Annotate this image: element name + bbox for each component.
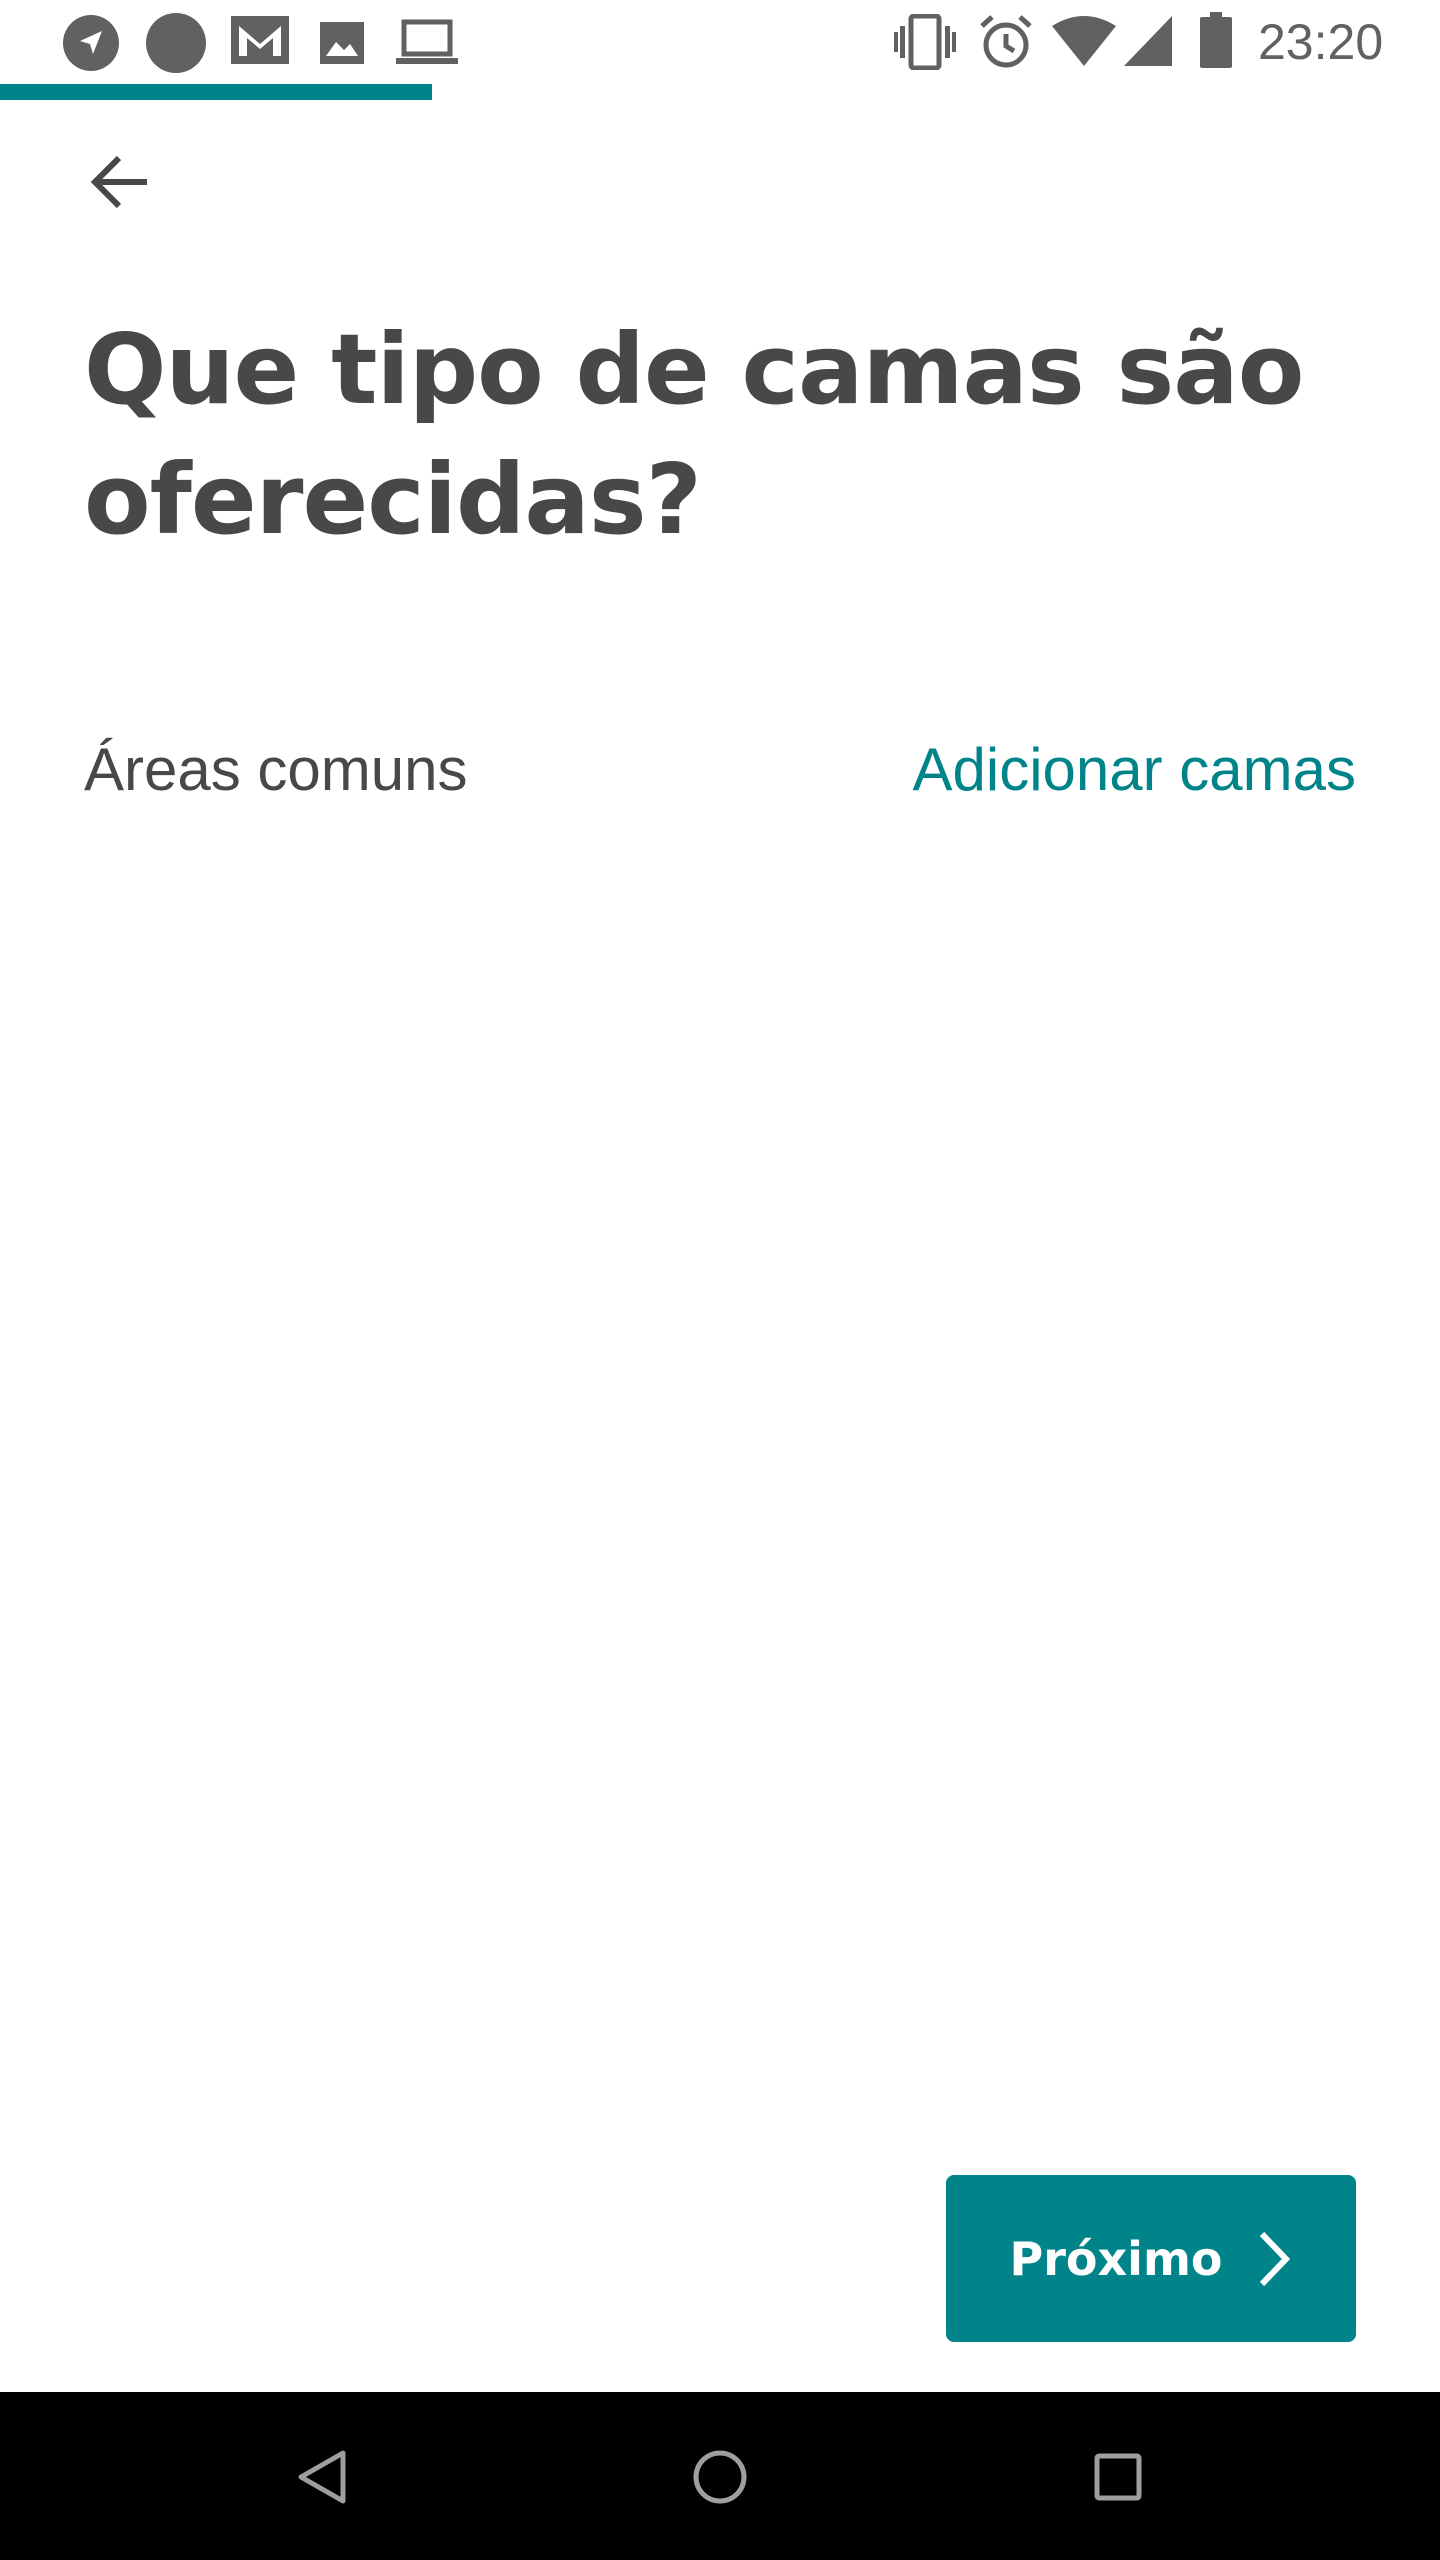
recents-square-icon bbox=[1094, 2453, 1142, 2501]
add-beds-link[interactable]: Adicionar camas bbox=[912, 730, 1356, 810]
gmail-icon bbox=[231, 16, 289, 64]
nav-back-button[interactable] bbox=[277, 2432, 367, 2522]
wifi-icon bbox=[1052, 16, 1116, 66]
navigation-icon bbox=[63, 15, 119, 71]
screen: 23:20 Que tipo de camas são oferecidas? … bbox=[0, 0, 1440, 2560]
system-nav-bar bbox=[0, 2392, 1440, 2560]
progress-bar bbox=[0, 84, 1440, 100]
status-bar: 23:20 bbox=[0, 0, 1440, 84]
signal-icon bbox=[1124, 16, 1172, 66]
page-title: Que tipo de camas são oferecidas? bbox=[84, 313, 1304, 556]
common-areas-label: Áreas comuns bbox=[84, 736, 468, 803]
status-time: 23:20 bbox=[1258, 14, 1384, 70]
alarm-icon bbox=[980, 15, 1032, 68]
arrow-left-icon bbox=[90, 155, 147, 209]
home-circle-icon bbox=[693, 2450, 747, 2504]
nav-home-button[interactable] bbox=[675, 2432, 765, 2522]
laptop-icon bbox=[396, 19, 458, 64]
next-button[interactable]: Próximo bbox=[946, 2175, 1356, 2342]
chevron-right-icon bbox=[1260, 2231, 1291, 2286]
progress-fill bbox=[0, 84, 432, 100]
common-areas-row: Áreas comuns Adicionar camas bbox=[84, 730, 1356, 810]
vibrate-icon bbox=[894, 14, 956, 70]
image-icon bbox=[320, 22, 364, 64]
back-button[interactable] bbox=[62, 130, 178, 234]
back-triangle-icon bbox=[298, 2450, 346, 2504]
next-button-label: Próximo bbox=[1009, 2231, 1223, 2286]
dot-icon bbox=[146, 13, 206, 73]
battery-icon bbox=[1200, 12, 1232, 68]
nav-recents-button[interactable] bbox=[1073, 2432, 1163, 2522]
